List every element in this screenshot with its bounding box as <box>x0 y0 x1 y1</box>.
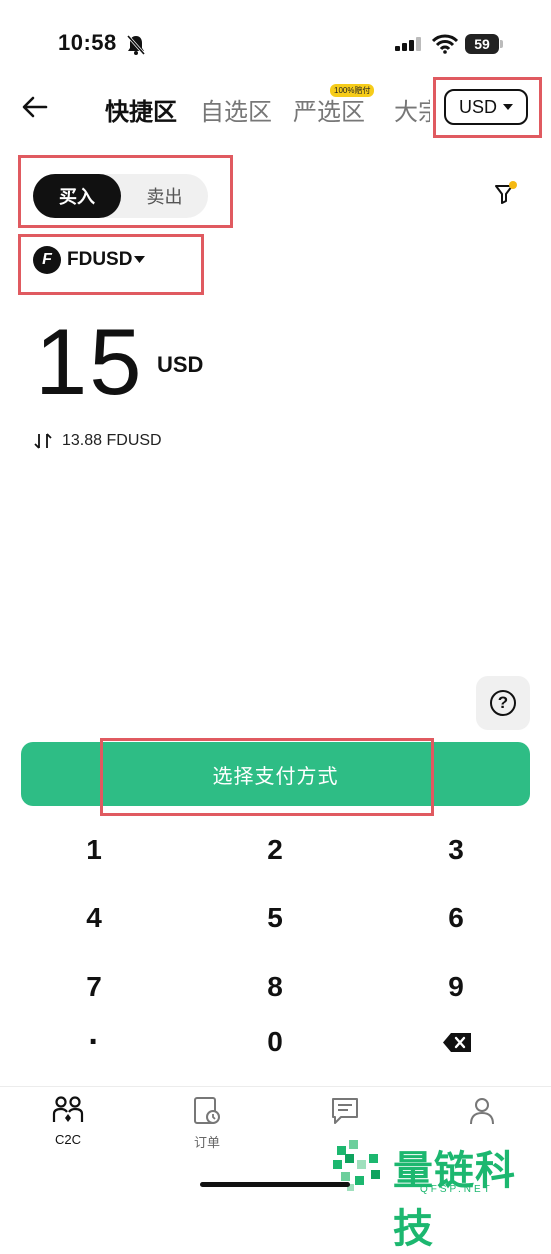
key-1[interactable]: 1 <box>34 830 154 870</box>
tab-selected[interactable]: 严选区 <box>293 92 365 127</box>
highlight-coin <box>18 234 204 295</box>
chat-icon <box>332 1098 358 1124</box>
help-icon: ? <box>490 690 516 716</box>
tab-quick[interactable]: 快捷区 <box>105 92 177 127</box>
highlight-pay <box>100 738 434 816</box>
battery-tip <box>500 40 503 48</box>
key-8[interactable]: 8 <box>215 967 335 1007</box>
highlight-toggle <box>18 155 233 228</box>
swap-icon[interactable] <box>34 432 52 450</box>
home-indicator <box>200 1182 350 1187</box>
nav-profile[interactable] <box>442 1096 522 1132</box>
battery-indicator: 59 <box>465 34 499 54</box>
help-button[interactable]: ? <box>476 676 530 730</box>
watermark-text: 量链科技 <box>393 1149 516 1251</box>
key-9[interactable]: 9 <box>396 967 516 1007</box>
signal-icon <box>395 37 421 51</box>
wifi-icon <box>432 34 458 54</box>
bottom-divider <box>0 1086 551 1087</box>
highlight-currency <box>433 77 542 138</box>
key-decimal[interactable]: · <box>34 1022 154 1062</box>
status-time: 10:58 <box>58 30 117 55</box>
compensation-tag: 100%赔付 <box>330 84 375 97</box>
back-arrow-icon[interactable] <box>22 95 48 119</box>
filter-dot <box>509 181 517 189</box>
key-7[interactable]: 7 <box>34 967 154 1007</box>
nav-messages[interactable] <box>305 1096 385 1132</box>
nav-c2c-label: C2C <box>54 1132 81 1147</box>
key-0[interactable]: 0 <box>215 1022 335 1062</box>
key-6[interactable]: 6 <box>396 898 516 938</box>
nav-c2c[interactable]: C2C <box>28 1096 108 1147</box>
people-icon <box>52 1096 84 1122</box>
key-2[interactable]: 2 <box>215 830 335 870</box>
backspace-icon[interactable] <box>443 1033 471 1052</box>
tab-custom[interactable]: 自选区 <box>200 92 272 127</box>
order-icon <box>194 1097 220 1124</box>
key-5[interactable]: 5 <box>215 898 335 938</box>
key-3[interactable]: 3 <box>396 830 516 870</box>
key-4[interactable]: 4 <box>34 898 154 938</box>
nav-orders-label: 订单 <box>193 1135 220 1150</box>
conversion-amount: 13.88 FDUSD <box>62 432 162 449</box>
amount-unit: USD <box>157 352 204 377</box>
bell-muted-icon <box>126 35 146 55</box>
watermark-sub: QFSP.NET <box>420 1184 493 1195</box>
amount-value: 15 <box>35 309 144 414</box>
nav-orders[interactable]: 订单 <box>167 1096 247 1151</box>
profile-icon <box>470 1098 494 1125</box>
